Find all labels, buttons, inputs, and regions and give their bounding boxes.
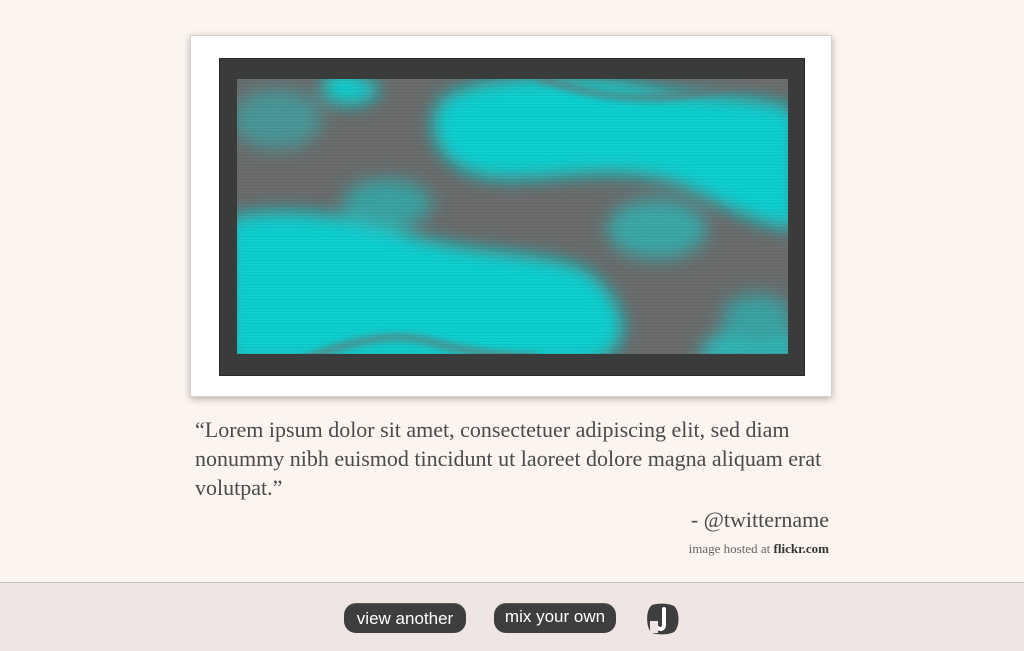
view-another-button[interactable]: view another <box>344 603 466 633</box>
brand-logo-icon[interactable] <box>644 603 680 635</box>
quote-author: - @twittername <box>690 507 829 532</box>
image-credit-prefix: image hosted at <box>688 541 774 556</box>
image-credit-link[interactable]: flickr.com <box>774 541 829 556</box>
quote-text: “Lorem ipsum dolor sit amet, consectetue… <box>195 417 822 500</box>
abstract-image <box>237 79 788 354</box>
mix-your-own-button[interactable]: mix your own <box>494 603 616 633</box>
image-frame <box>190 35 832 397</box>
image-credit: image hosted at flickr.com <box>689 541 829 557</box>
bottom-toolbar: view another mix your own <box>0 582 1024 651</box>
abstract-art-graphic <box>237 79 788 354</box>
image-mat <box>219 58 805 376</box>
